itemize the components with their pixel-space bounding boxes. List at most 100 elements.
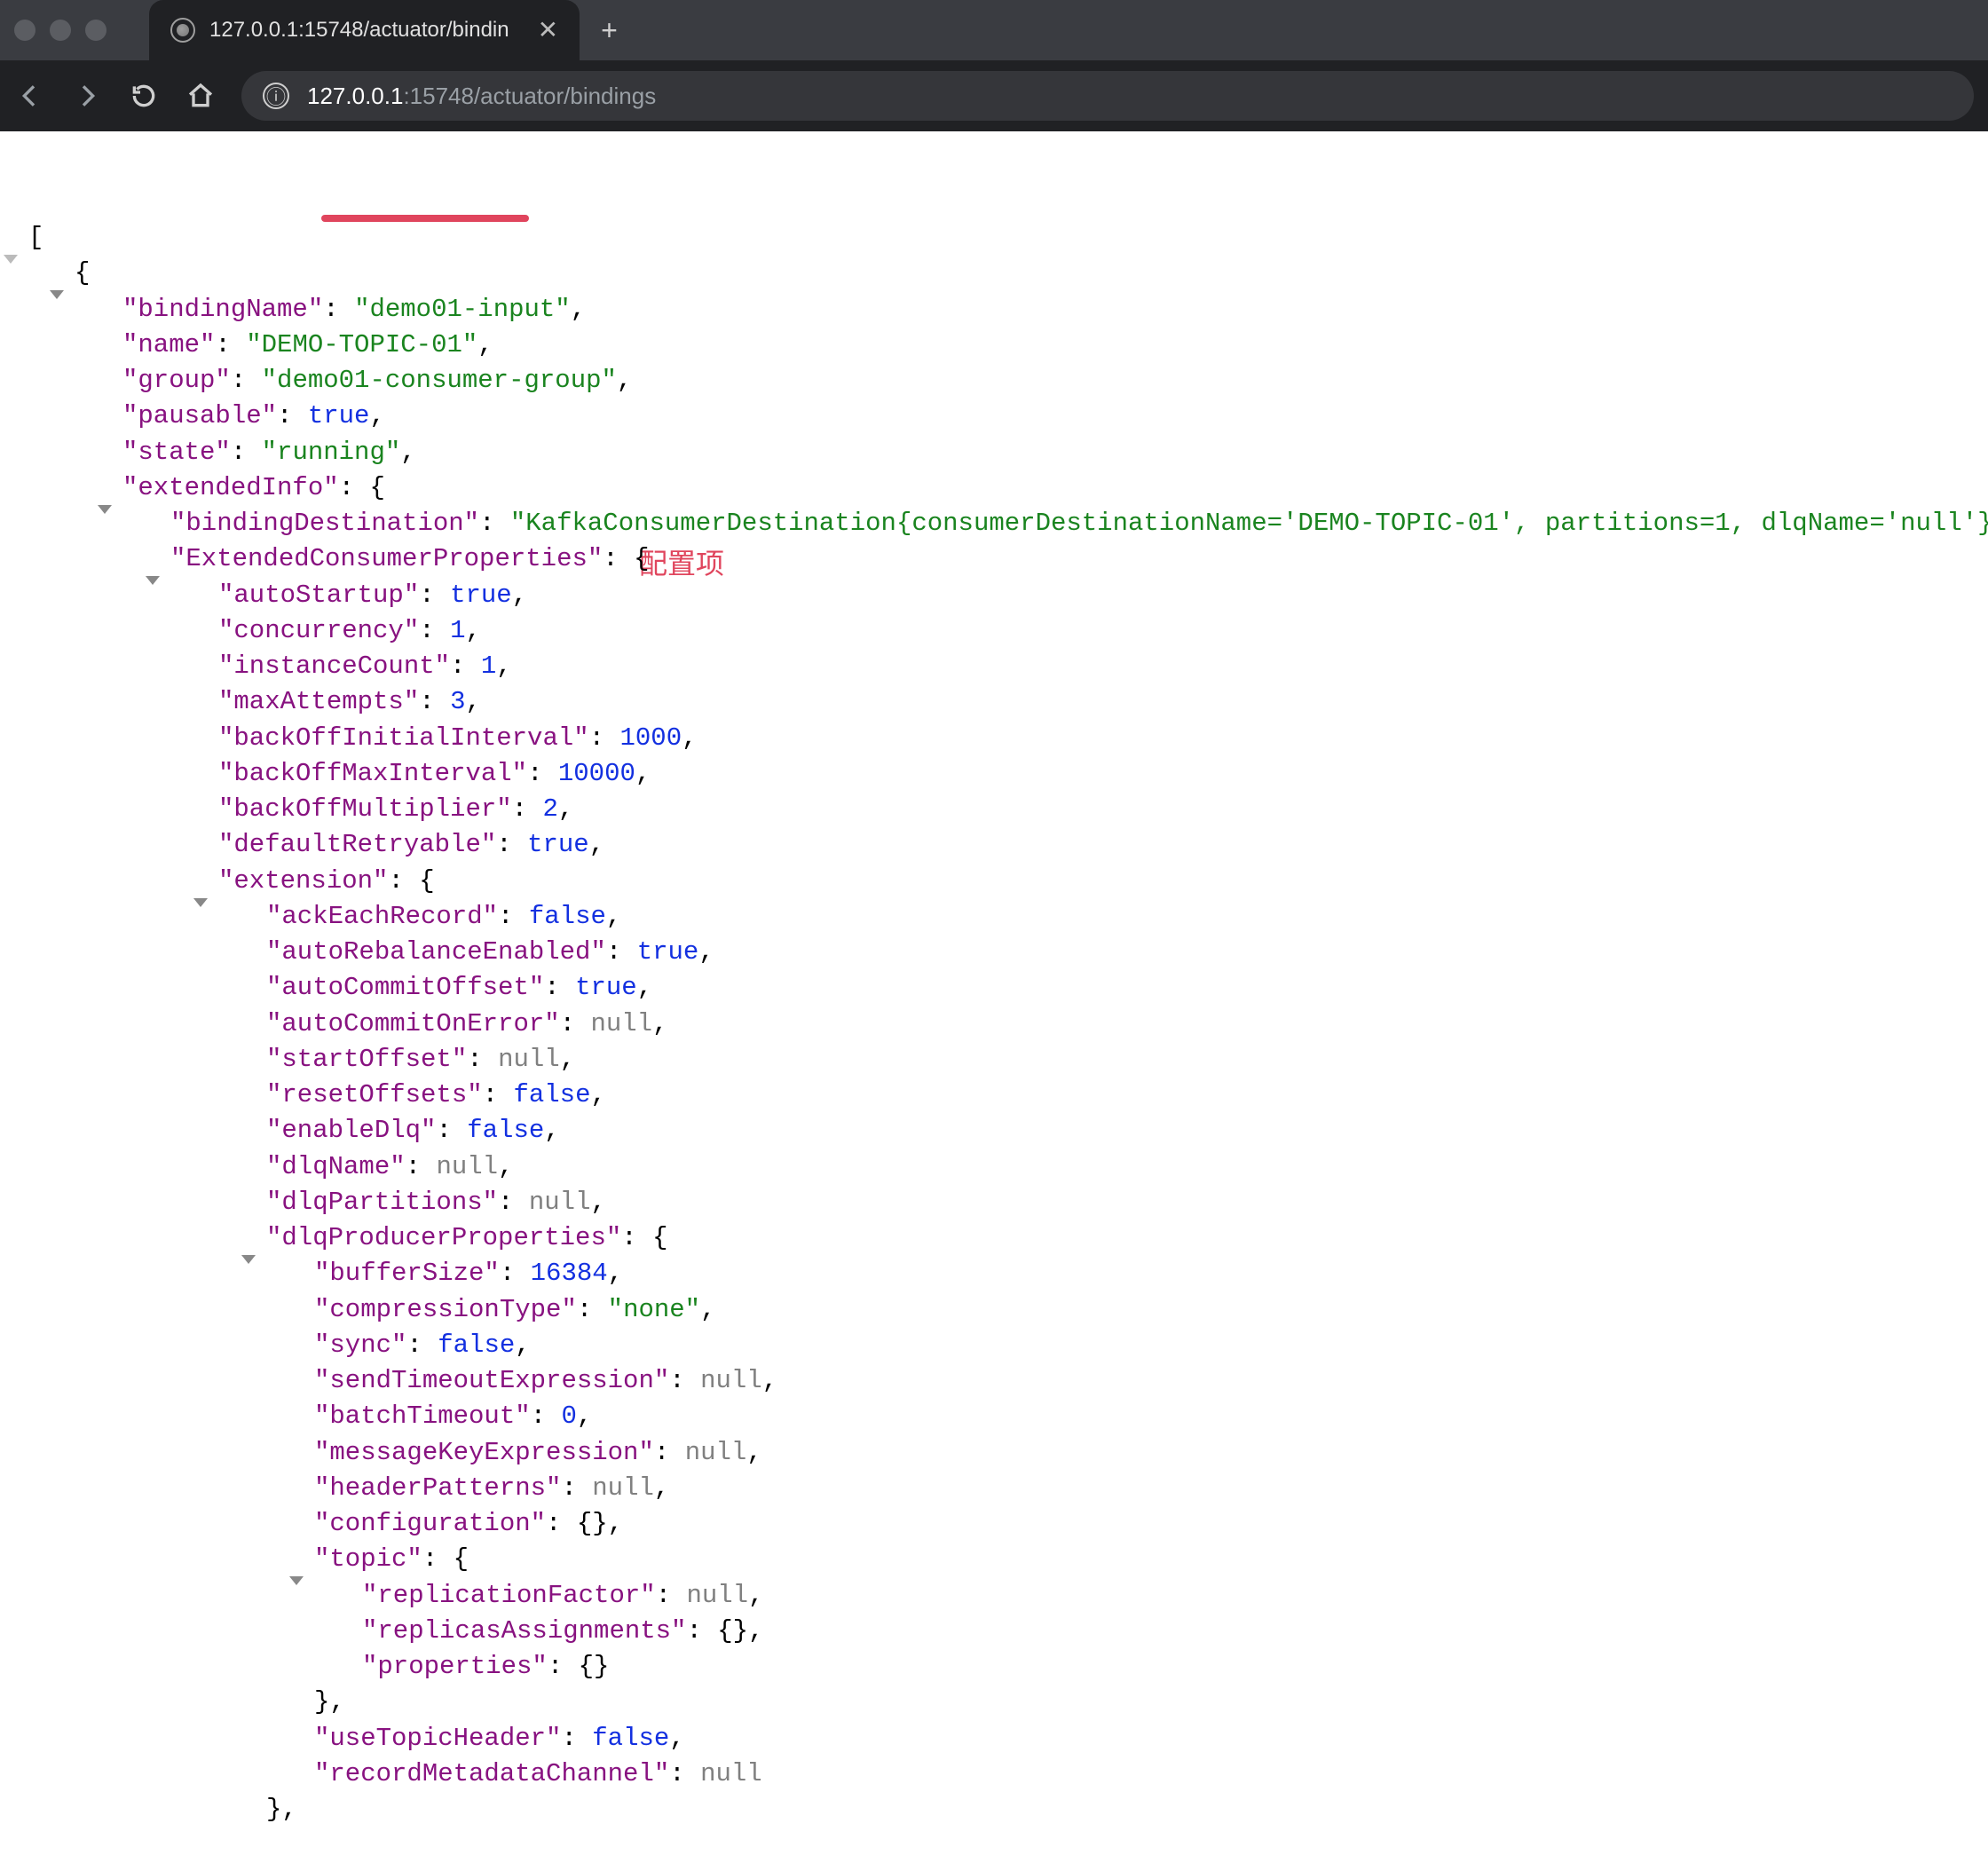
json-token-key: "batchTimeout"	[314, 1401, 531, 1431]
json-token-punc: ,	[700, 1295, 715, 1324]
json-line: "name": "DEMO-TOPIC-01",	[18, 328, 1981, 363]
json-token-key: "autoStartup"	[218, 580, 419, 610]
browser-tab[interactable]: 127.0.0.1:15748/actuator/bindin ✕	[149, 0, 580, 60]
json-token-bool: true	[575, 973, 637, 1002]
close-window-button[interactable]	[14, 20, 36, 41]
json-token-punc: ,	[746, 1438, 761, 1467]
json-token-colon: :	[231, 438, 262, 467]
json-line: "pausable": true,	[18, 399, 1981, 434]
json-token-punc: ,	[637, 973, 652, 1002]
json-token-num: 2	[542, 794, 557, 824]
forward-button[interactable]	[71, 80, 103, 112]
new-tab-button[interactable]: +	[601, 14, 618, 47]
json-token-key: "state"	[122, 438, 231, 467]
json-token-colon: :	[467, 1045, 498, 1074]
site-info-icon[interactable]: ⓘ	[263, 83, 289, 109]
json-token-key: "startOffset"	[266, 1045, 467, 1074]
json-line: "bindingDestination": "KafkaConsumerDest…	[18, 506, 1981, 541]
json-token-punc: {	[454, 1544, 469, 1574]
json-line: "ExtendedConsumerProperties": {	[18, 541, 1981, 577]
json-line: "compressionType": "none",	[18, 1292, 1981, 1328]
json-token-colon: :	[654, 1438, 685, 1467]
json-token-key: "name"	[122, 330, 215, 359]
json-token-punc: ,	[558, 794, 573, 824]
json-line: "state": "running",	[18, 435, 1981, 470]
maximize-window-button[interactable]	[85, 20, 106, 41]
json-token-colon: :	[479, 509, 510, 538]
json-token-punc: {	[369, 473, 384, 502]
address-bar[interactable]: ⓘ 127.0.0.1:15748/actuator/bindings	[241, 71, 1974, 121]
json-line: "replicasAssignments": {},	[18, 1614, 1981, 1649]
json-line: "concurrency": 1,	[18, 613, 1981, 649]
json-token-key: "maxAttempts"	[218, 687, 419, 716]
json-token-key: "dlqPartitions"	[266, 1188, 498, 1217]
json-line: "maxAttempts": 3,	[18, 684, 1981, 720]
json-token-punc: {	[75, 258, 90, 288]
json-line: "extension": {	[18, 864, 1981, 899]
json-token-punc: {	[634, 544, 649, 573]
json-token-colon: :	[546, 1509, 577, 1538]
json-token-key: "pausable"	[122, 401, 277, 430]
json-token-colon: :	[686, 1616, 717, 1646]
json-token-colon: :	[621, 1223, 652, 1252]
browser-window: 127.0.0.1:15748/actuator/bindin ✕ + ⓘ 12…	[0, 0, 1988, 1863]
json-token-bool: false	[438, 1330, 515, 1360]
json-token-colon: :	[406, 1330, 438, 1360]
json-token-punc: [	[28, 223, 43, 252]
json-line: "backOffMultiplier": 2,	[18, 792, 1981, 827]
home-button[interactable]	[185, 80, 217, 112]
minimize-window-button[interactable]	[50, 20, 71, 41]
url-host: 127.0.0.1	[307, 83, 403, 109]
json-token-colon: :	[436, 1116, 467, 1145]
json-token-string: "KafkaConsumerDestination{consumerDestin…	[510, 509, 1988, 538]
json-token-key: "resetOffsets"	[266, 1080, 483, 1109]
reload-button[interactable]	[128, 80, 160, 112]
json-token-punc: ,	[400, 438, 415, 467]
json-token-punc: ,	[369, 401, 384, 430]
json-token-punc: ,	[590, 1188, 605, 1217]
json-token-key: "extension"	[218, 866, 388, 896]
json-token-punc: ,	[560, 1045, 575, 1074]
json-token-key: "backOffInitialInterval"	[218, 723, 589, 753]
expand-caret-icon[interactable]	[4, 255, 18, 264]
json-line: },	[18, 1792, 1981, 1827]
json-line: "autoCommitOffset": true,	[18, 970, 1981, 1006]
json-token-punc: {	[419, 866, 434, 896]
json-token-bool: false	[513, 1080, 590, 1109]
back-button[interactable]	[14, 80, 46, 112]
json-token-punc: ,	[606, 902, 621, 931]
tab-close-button[interactable]: ✕	[538, 18, 558, 43]
json-token-key: "headerPatterns"	[314, 1473, 561, 1503]
json-token-punc: ,	[496, 651, 511, 681]
json-line: "ackEachRecord": false,	[18, 899, 1981, 935]
json-token-punc: ,	[669, 1724, 684, 1753]
json-line: "dlqProducerProperties": {	[18, 1220, 1981, 1256]
json-token-num: 16384	[531, 1259, 608, 1288]
json-token-colon: :	[483, 1080, 514, 1109]
json-token-bool: false	[467, 1116, 544, 1145]
json-token-key: "ackEachRecord"	[266, 902, 498, 931]
json-line: "defaultRetryable": true,	[18, 827, 1981, 863]
json-token-colon: :	[498, 1188, 529, 1217]
json-token-colon: :	[656, 1581, 687, 1610]
json-token-colon: :	[589, 723, 620, 753]
json-token-punc: {}	[579, 1652, 610, 1681]
json-line: "dlqPartitions": null,	[18, 1185, 1981, 1220]
json-line: },	[18, 1685, 1981, 1720]
json-token-punc: ,	[654, 1473, 669, 1503]
json-token-punc: ,	[589, 830, 604, 859]
json-token-colon: :	[544, 973, 575, 1002]
json-token-colon: :	[498, 902, 529, 931]
json-token-key: "backOffMaxInterval"	[218, 759, 527, 788]
json-line: "useTopicHeader": false,	[18, 1721, 1981, 1756]
json-line: "batchTimeout": 0,	[18, 1399, 1981, 1434]
json-line: "headerPatterns": null,	[18, 1471, 1981, 1506]
json-line: "topic": {	[18, 1542, 1981, 1577]
json-token-key: "topic"	[314, 1544, 422, 1574]
json-token-colon: :	[560, 1009, 591, 1038]
json-token-string: "none"	[608, 1295, 700, 1324]
json-token-bool: false	[529, 902, 606, 931]
json-token-num: 1000	[619, 723, 682, 753]
json-token-key: "properties"	[362, 1652, 548, 1681]
json-token-colon: :	[531, 1401, 562, 1431]
